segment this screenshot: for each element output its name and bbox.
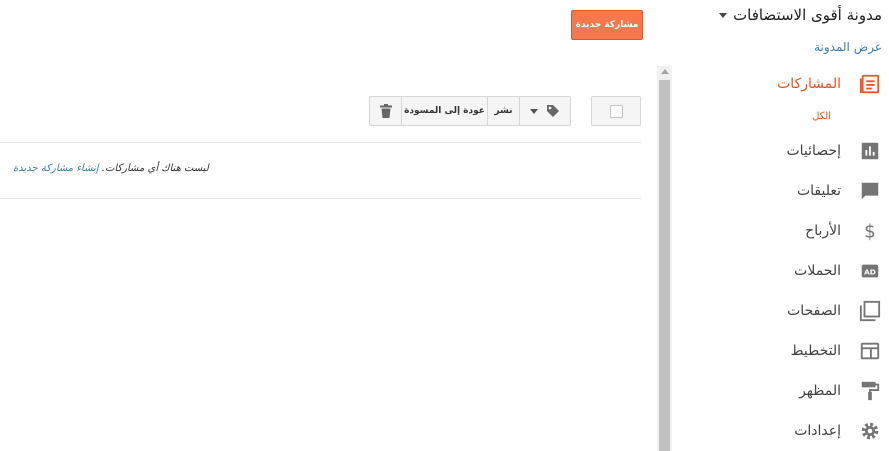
campaigns-ad-icon: AD bbox=[859, 260, 881, 282]
sidebar-item-label: الحملات bbox=[794, 263, 841, 279]
sidebar-item-label: الصفحات bbox=[787, 303, 841, 319]
theme-paint-roller-icon bbox=[859, 380, 881, 402]
checkbox-square bbox=[609, 104, 623, 118]
posts-icon bbox=[859, 73, 881, 95]
list-divider-bottom bbox=[0, 198, 641, 199]
chevron-down-icon bbox=[530, 108, 538, 114]
sidebar-item-layout[interactable]: التخطيط bbox=[701, 334, 881, 368]
create-post-link[interactable]: إنشاء مشاركة جديدة bbox=[13, 163, 99, 174]
revert-to-draft-button[interactable]: عودة إلى المسودة bbox=[401, 96, 488, 126]
sidebar-item-label: تعليقات bbox=[796, 183, 841, 199]
sidebar-item-theme[interactable]: المظهر bbox=[701, 374, 881, 408]
blog-title: مدونة أقوى الاستضافات bbox=[733, 6, 882, 24]
scrollbar[interactable] bbox=[657, 66, 672, 451]
sidebar-subitem-all[interactable]: الكل bbox=[812, 111, 831, 122]
sidebar-item-posts[interactable]: المشاركات bbox=[701, 67, 881, 101]
svg-text:AD: AD bbox=[864, 268, 876, 277]
sidebar-item-comments[interactable]: تعليقات bbox=[701, 174, 881, 208]
sidebar-item-label: المشاركات bbox=[777, 76, 841, 92]
labels-dropdown[interactable] bbox=[519, 96, 571, 126]
delete-button[interactable] bbox=[369, 96, 402, 126]
stats-icon bbox=[859, 140, 881, 162]
list-divider-top bbox=[0, 142, 641, 143]
svg-text:$: $ bbox=[864, 221, 876, 242]
comments-icon bbox=[859, 180, 881, 202]
view-blog-link[interactable]: عرض المدونة bbox=[814, 40, 882, 54]
sidebar-item-label: إعدادات bbox=[794, 423, 841, 439]
blog-selector[interactable]: مدونة أقوى الاستضافات bbox=[719, 6, 882, 24]
sidebar-item-label: التخطيط bbox=[790, 343, 841, 359]
trash-icon bbox=[379, 104, 392, 118]
chevron-down-icon bbox=[719, 12, 727, 18]
sidebar-item-settings[interactable]: إعدادات bbox=[701, 414, 881, 448]
sidebar-item-label: المظهر bbox=[799, 383, 841, 399]
sidebar-item-label: إحصائيات bbox=[786, 143, 841, 159]
settings-gear-icon bbox=[859, 420, 881, 442]
scrollbar-thumb[interactable] bbox=[659, 80, 670, 451]
post-actions-toolbar: عودة إلى المسودة نشر bbox=[369, 96, 571, 126]
sidebar-item-earnings[interactable]: $ الأرباح bbox=[701, 214, 881, 248]
scroll-up-arrow-icon[interactable] bbox=[661, 69, 669, 74]
sidebar-item-stats[interactable]: إحصائيات bbox=[701, 134, 881, 168]
earnings-dollar-icon: $ bbox=[859, 220, 881, 242]
label-tag-icon bbox=[547, 105, 559, 117]
sidebar-item-campaigns[interactable]: AD الحملات bbox=[701, 254, 881, 288]
sidebar-item-label: الأرباح bbox=[805, 223, 841, 239]
sidebar-item-pages[interactable]: الصفحات bbox=[701, 294, 881, 328]
new-post-button[interactable]: مشاركة جديدة bbox=[571, 10, 643, 40]
empty-state-message: ليست هناك أي مشاركات. إنشاء مشاركة جديدة bbox=[13, 163, 209, 174]
empty-state-text: ليست هناك أي مشاركات. bbox=[101, 163, 209, 174]
layout-icon bbox=[859, 340, 881, 362]
pages-icon bbox=[859, 300, 881, 322]
publish-button[interactable]: نشر bbox=[487, 96, 520, 126]
select-all-checkbox[interactable] bbox=[591, 96, 641, 126]
